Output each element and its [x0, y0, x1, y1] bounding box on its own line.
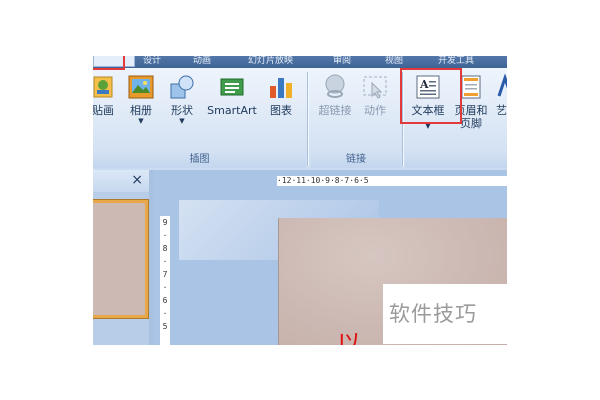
ruler-mark: 5	[162, 322, 168, 331]
tab-design[interactable]: 设计	[143, 56, 161, 66]
watermark-box: 软件技巧	[383, 284, 507, 344]
links-group-label: 链接	[346, 154, 366, 165]
tab-slideshow[interactable]: 幻灯片放映	[248, 56, 293, 66]
horizontal-ruler: ·12·11·10·9·8·7·6·5	[277, 176, 507, 186]
vertical-ruler: 9 · 8 · 7 · 6 · 5	[160, 216, 170, 345]
shapes-icon	[170, 75, 194, 99]
watermark-text: 软件技巧	[389, 302, 477, 326]
tab-view[interactable]: 视图	[385, 56, 403, 66]
ruler-mark: 8	[162, 244, 168, 253]
slide-title-text[interactable]: 以	[337, 324, 361, 345]
action-label: 动作	[364, 104, 386, 117]
group-divider	[307, 72, 308, 166]
ribbon-tab-strip: 设计 动画 幻灯片放映 审阅 视图 开发工具	[93, 56, 507, 68]
slides-panel-header: ×	[93, 170, 149, 193]
close-icon[interactable]: ×	[131, 172, 143, 188]
illustrations-group-label: 插图	[189, 154, 210, 165]
header-footer-icon	[461, 75, 481, 99]
shapes-button[interactable]: 形状 ▼	[165, 74, 199, 126]
smartart-button[interactable]: SmartArt	[203, 74, 261, 117]
tab-developer[interactable]: 开发工具	[438, 56, 474, 66]
chevron-down-icon: ▼	[179, 117, 185, 125]
highlight-insert-tab	[93, 56, 125, 70]
action-button[interactable]: 动作	[357, 74, 393, 117]
wordart-label: 艺术	[496, 104, 507, 117]
hyperlink-label: 超链接	[318, 104, 352, 117]
ruler-mark: 7	[162, 270, 168, 279]
text-group-footer	[405, 148, 507, 168]
hyperlink-button[interactable]: 超链接	[313, 74, 357, 117]
photo-album-icon	[128, 75, 154, 99]
wordart-button[interactable]: 艺术	[491, 74, 507, 117]
photo-album-label: 相册	[130, 104, 152, 117]
hyperlink-icon	[325, 74, 345, 98]
clipart-icon	[93, 76, 113, 98]
slides-panel	[93, 192, 149, 345]
wordart-icon	[497, 74, 507, 97]
photo-album-button[interactable]: 相册 ▼	[122, 74, 160, 126]
ribbon: 贴画 相册 ▼ 形状 ▼ SmartArt 图表 插图 超链接 动作 链接 A …	[93, 68, 507, 171]
ruler-mark: 9	[162, 218, 168, 227]
ruler-mark: 6	[162, 296, 168, 305]
smartart-icon	[220, 78, 244, 96]
shapes-label: 形状	[171, 104, 193, 117]
highlight-textbox	[400, 68, 462, 124]
tab-animation[interactable]: 动画	[193, 56, 211, 66]
chart-button[interactable]: 图表	[263, 74, 299, 117]
smartart-label: SmartArt	[207, 104, 257, 117]
slide-thumbnail[interactable]	[93, 200, 148, 318]
bar-chart-icon	[270, 78, 292, 98]
chevron-down-icon: ▼	[138, 117, 144, 125]
clipart-button[interactable]: 贴画	[93, 74, 121, 117]
clipart-label: 贴画	[93, 104, 114, 117]
action-icon	[363, 76, 387, 99]
chart-label: 图表	[270, 104, 292, 117]
tab-review[interactable]: 审阅	[333, 56, 351, 66]
